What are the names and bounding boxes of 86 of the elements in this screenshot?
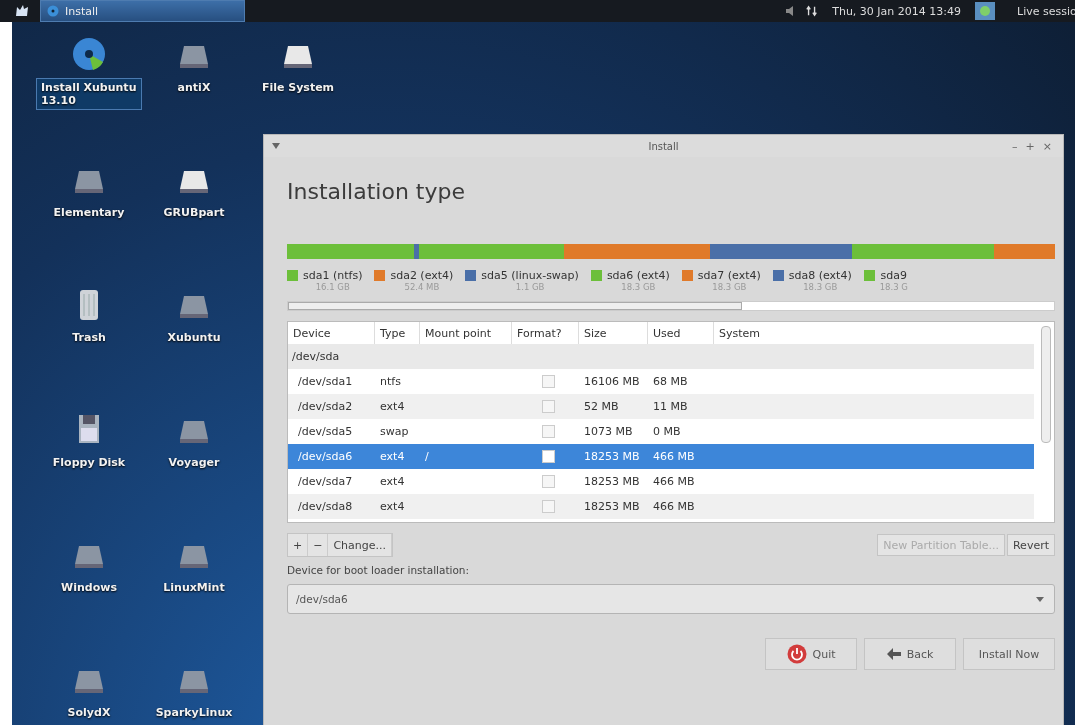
network-icon[interactable] [806, 5, 819, 17]
partition-size: 16.1 GB [315, 282, 350, 292]
table-cell-text: 16106 MB [583, 375, 641, 388]
remove-button[interactable]: − [308, 534, 329, 556]
partition-label: sda1 (ntfs) [303, 269, 363, 282]
quit-button[interactable]: Quit [765, 638, 857, 670]
add-button[interactable]: + [288, 534, 309, 556]
window-title: Install [648, 140, 679, 152]
table-cell-text: swap [379, 425, 410, 438]
window-control[interactable]: + [1022, 139, 1038, 153]
partition-label: sda5 (linux-swap) [481, 269, 579, 282]
table-cell-text: /dev/sda1 [297, 375, 354, 388]
table-cell-text: /dev/sda6 [297, 450, 354, 463]
table-cell[interactable]: /dev/sda [288, 350, 340, 363]
column-header[interactable]: System [714, 322, 1034, 344]
desktop-icon-label[interactable]: GRUBpart [158, 203, 230, 222]
table-row[interactable]: /dev/sda5 swap 1073 MB 0 MB [288, 419, 1034, 444]
table-cell-text: /dev/sda7 [297, 475, 354, 488]
desktop-icon-label[interactable]: File System [256, 78, 340, 97]
desktop-icon-label[interactable]: Voyager [163, 453, 225, 472]
scrollbar[interactable] [1041, 326, 1051, 443]
table-row[interactable]: /dev/sda1 ntfs 16106 MB 68 MB [288, 369, 1034, 394]
table-cell-text: 1073 MB [583, 425, 634, 438]
desktop-icon-label[interactable]: Install Xubuntu 13.10 [36, 78, 142, 110]
table-cell-text: /dev/sda8 [297, 500, 354, 513]
table-cell-text: 11 MB [652, 400, 689, 413]
desktop-icon-label[interactable]: antiX [172, 78, 216, 97]
table-cell-text: 68 MB [652, 375, 689, 388]
format-checkbox[interactable] [541, 375, 555, 388]
scrollbar[interactable] [287, 301, 1055, 311]
partition-label: sda6 (ext4) [606, 269, 670, 282]
desktop-icon-label[interactable]: Windows [56, 578, 122, 597]
partition-label: sda7 (ext4) [697, 269, 761, 282]
desktop-icon-label[interactable]: Floppy Disk [47, 453, 131, 472]
format-checkbox[interactable] [541, 475, 555, 488]
table-cell-text: 18253 MB [583, 500, 641, 513]
desktop-icon-label[interactable]: SparkyLinux [150, 703, 238, 722]
table-cell: / [425, 450, 429, 463]
desktop-icon-label[interactable]: Trash [67, 328, 111, 347]
desktop-icon-label[interactable]: LinuxMint [158, 578, 230, 597]
page-heading: Installation type [287, 179, 466, 204]
arrow-left-icon [886, 648, 901, 660]
table-cell-text: ext4 [379, 400, 406, 413]
format-checkbox[interactable] [541, 500, 555, 513]
table-row[interactable]: /dev/sda6 ext4 / 18253 MB 466 MB [288, 444, 1034, 469]
change-button[interactable]: Change... [328, 534, 393, 556]
table-cell-text: /dev/sda5 [297, 425, 354, 438]
table-cell-text: ext4 [379, 500, 406, 513]
clock[interactable]: Thu, 30 Jan 2014 13:49 [832, 4, 961, 18]
table-cell-text: ntfs [379, 375, 402, 388]
partition-label: sda2 (ext4) [390, 269, 454, 282]
table-cell-text: 18253 MB [583, 475, 641, 488]
table-row[interactable]: /dev/sda2 ext4 52 MB 11 MB [288, 394, 1034, 419]
disc-icon [47, 5, 59, 17]
desktop-icon-label[interactable]: SolydX [62, 703, 116, 722]
window-menu-icon[interactable] [272, 143, 280, 149]
partition-label: sda8 (ext4) [788, 269, 852, 282]
table-cell-text: 18253 MB [583, 450, 641, 463]
field-label: Device for boot loader installation: [287, 564, 471, 576]
desktop-icon-label[interactable]: Xubuntu [162, 328, 226, 347]
partition-label: sda9 [880, 269, 908, 282]
menu-icon[interactable] [14, 3, 30, 19]
install-now-button[interactable]: Install Now [963, 638, 1055, 670]
table-cell-text: 466 MB [652, 475, 696, 488]
format-checkbox[interactable] [541, 450, 555, 463]
table-cell-text: ext4 [379, 475, 406, 488]
partition-size: 52.4 MB [404, 282, 440, 292]
table-cell-text: 466 MB [652, 450, 696, 463]
table-cell-text: 0 MB [652, 425, 682, 438]
format-checkbox[interactable] [541, 400, 555, 413]
taskbar-button[interactable]: Install [40, 0, 245, 22]
table-cell-text: 52 MB [583, 400, 620, 413]
boot-device-dropdown[interactable]: /dev/sda6 [287, 584, 1055, 614]
power-icon [786, 644, 807, 664]
revert-button[interactable]: Revert [1006, 534, 1055, 556]
table-row[interactable]: /dev/sda8 ext4 18253 MB 466 MB [288, 494, 1034, 519]
desktop-icon-label[interactable]: Elementary [48, 203, 130, 222]
window-control[interactable]: × [1039, 139, 1055, 153]
table-row[interactable]: /dev/sda7 ext4 18253 MB 466 MB [288, 469, 1034, 494]
format-checkbox[interactable] [541, 425, 555, 438]
table-cell-text: 466 MB [652, 500, 696, 513]
table-cell-text: ext4 [379, 450, 406, 463]
table-cell-text: /dev/sda2 [297, 400, 354, 413]
window-control[interactable]: – [1009, 139, 1021, 153]
caret-icon [1036, 596, 1044, 602]
back-button[interactable]: Back [864, 638, 956, 670]
